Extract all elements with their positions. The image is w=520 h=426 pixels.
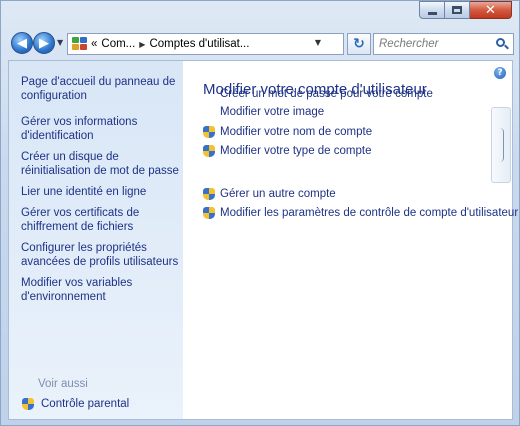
uac-shield-icon (21, 397, 35, 411)
breadcrumb-item-user-accounts[interactable]: Comptes d'utilisat... (149, 38, 249, 50)
task-label: Gérer un autre compte (220, 188, 336, 200)
search-box (373, 33, 514, 55)
back-button[interactable]: ◀ (11, 32, 33, 54)
minimize-icon (427, 11, 437, 15)
sidebar-link-encryption-certificates[interactable]: Gérer vos certificats de chiffrement de … (21, 206, 181, 234)
task-label: Modifier votre image (220, 106, 325, 118)
task-change-picture[interactable]: Modifier votre image (202, 106, 324, 118)
maximize-icon (452, 6, 462, 14)
sidebar-link-reset-disk[interactable]: Créer un disque de réinitialisation de m… (21, 150, 181, 178)
user-picture (491, 107, 511, 183)
uac-shield-icon (202, 144, 216, 158)
minimize-button[interactable] (419, 1, 445, 19)
breadcrumb-separator-icon[interactable]: ▶ (139, 40, 145, 49)
task-label: Créer un mot de passe pour votre compte (220, 88, 433, 100)
search-icon[interactable] (495, 37, 509, 51)
control-panel-window: ✕ ◀ ▶ ▼ « Com... ▶ Comptes d'utilisat...… (0, 0, 520, 426)
task-uac-settings[interactable]: Modifier les paramètres de contrôle de c… (202, 206, 518, 220)
back-arrow-icon: ◀ (17, 35, 27, 51)
sidebar-link-environment-variables[interactable]: Modifier vos variables d'environnement (21, 276, 181, 304)
forward-arrow-icon: ▶ (39, 35, 49, 51)
task-label: Modifier les paramètres de contrôle de c… (220, 207, 519, 219)
content-area: Page d'accueil du panneau de configurati… (8, 60, 518, 420)
control-panel-icon (72, 37, 88, 51)
task-label: Modifier votre nom de compte (220, 126, 373, 138)
refresh-icon: ↻ (353, 36, 365, 52)
parental-control-label: Contrôle parental (41, 398, 130, 410)
breadcrumb-prefix[interactable]: « (91, 38, 97, 50)
task-label: Modifier votre type de compte (220, 145, 372, 157)
close-icon: ✕ (485, 2, 496, 18)
address-bar[interactable]: « Com... ▶ Comptes d'utilisat... ▼ (67, 33, 344, 55)
uac-shield-icon (202, 125, 216, 139)
parental-control-link[interactable]: Contrôle parental (21, 397, 129, 411)
task-change-name[interactable]: Modifier votre nom de compte (202, 125, 372, 139)
task-manage-other-account[interactable]: Gérer un autre compte (202, 187, 336, 201)
task-change-type[interactable]: Modifier votre type de compte (202, 144, 372, 158)
sidebar-link-advanced-profiles[interactable]: Configurer les propriétés avancées de pr… (21, 241, 181, 269)
address-dropdown-icon[interactable]: ▼ (315, 38, 321, 47)
sidebar-link-manage-credentials[interactable]: Gérer vos informations d'identification (21, 115, 181, 143)
uac-shield-icon (202, 206, 216, 220)
help-icon[interactable]: ? (494, 67, 506, 79)
see-also-heading: Voir aussi (38, 378, 88, 390)
refresh-button[interactable]: ↻ (347, 33, 371, 55)
sidebar-links: Page d'accueil du panneau de configurati… (21, 75, 181, 311)
caption-buttons: ✕ (419, 1, 512, 21)
breadcrumb-item-control-panel[interactable]: Com... (101, 38, 135, 50)
sidebar-link-control-panel-home[interactable]: Page d'accueil du panneau de configurati… (21, 75, 181, 103)
search-input[interactable] (379, 38, 489, 50)
sidebar: Page d'accueil du panneau de configurati… (9, 61, 183, 419)
navigation-bar: ◀ ▶ ▼ « Com... ▶ Comptes d'utilisat... ▼… (7, 31, 514, 57)
forward-button[interactable]: ▶ (33, 32, 55, 54)
main-panel: ? Modifier votre compte d'utilisateur Cr… (183, 61, 518, 419)
task-create-password[interactable]: Créer un mot de passe pour votre compte (202, 88, 433, 100)
maximize-button[interactable] (445, 1, 470, 19)
close-button[interactable]: ✕ (470, 1, 512, 19)
sidebar-link-online-identity[interactable]: Lier une identité en ligne (21, 185, 181, 199)
uac-shield-icon (202, 187, 216, 201)
recent-pages-dropdown[interactable]: ▼ (57, 38, 63, 47)
